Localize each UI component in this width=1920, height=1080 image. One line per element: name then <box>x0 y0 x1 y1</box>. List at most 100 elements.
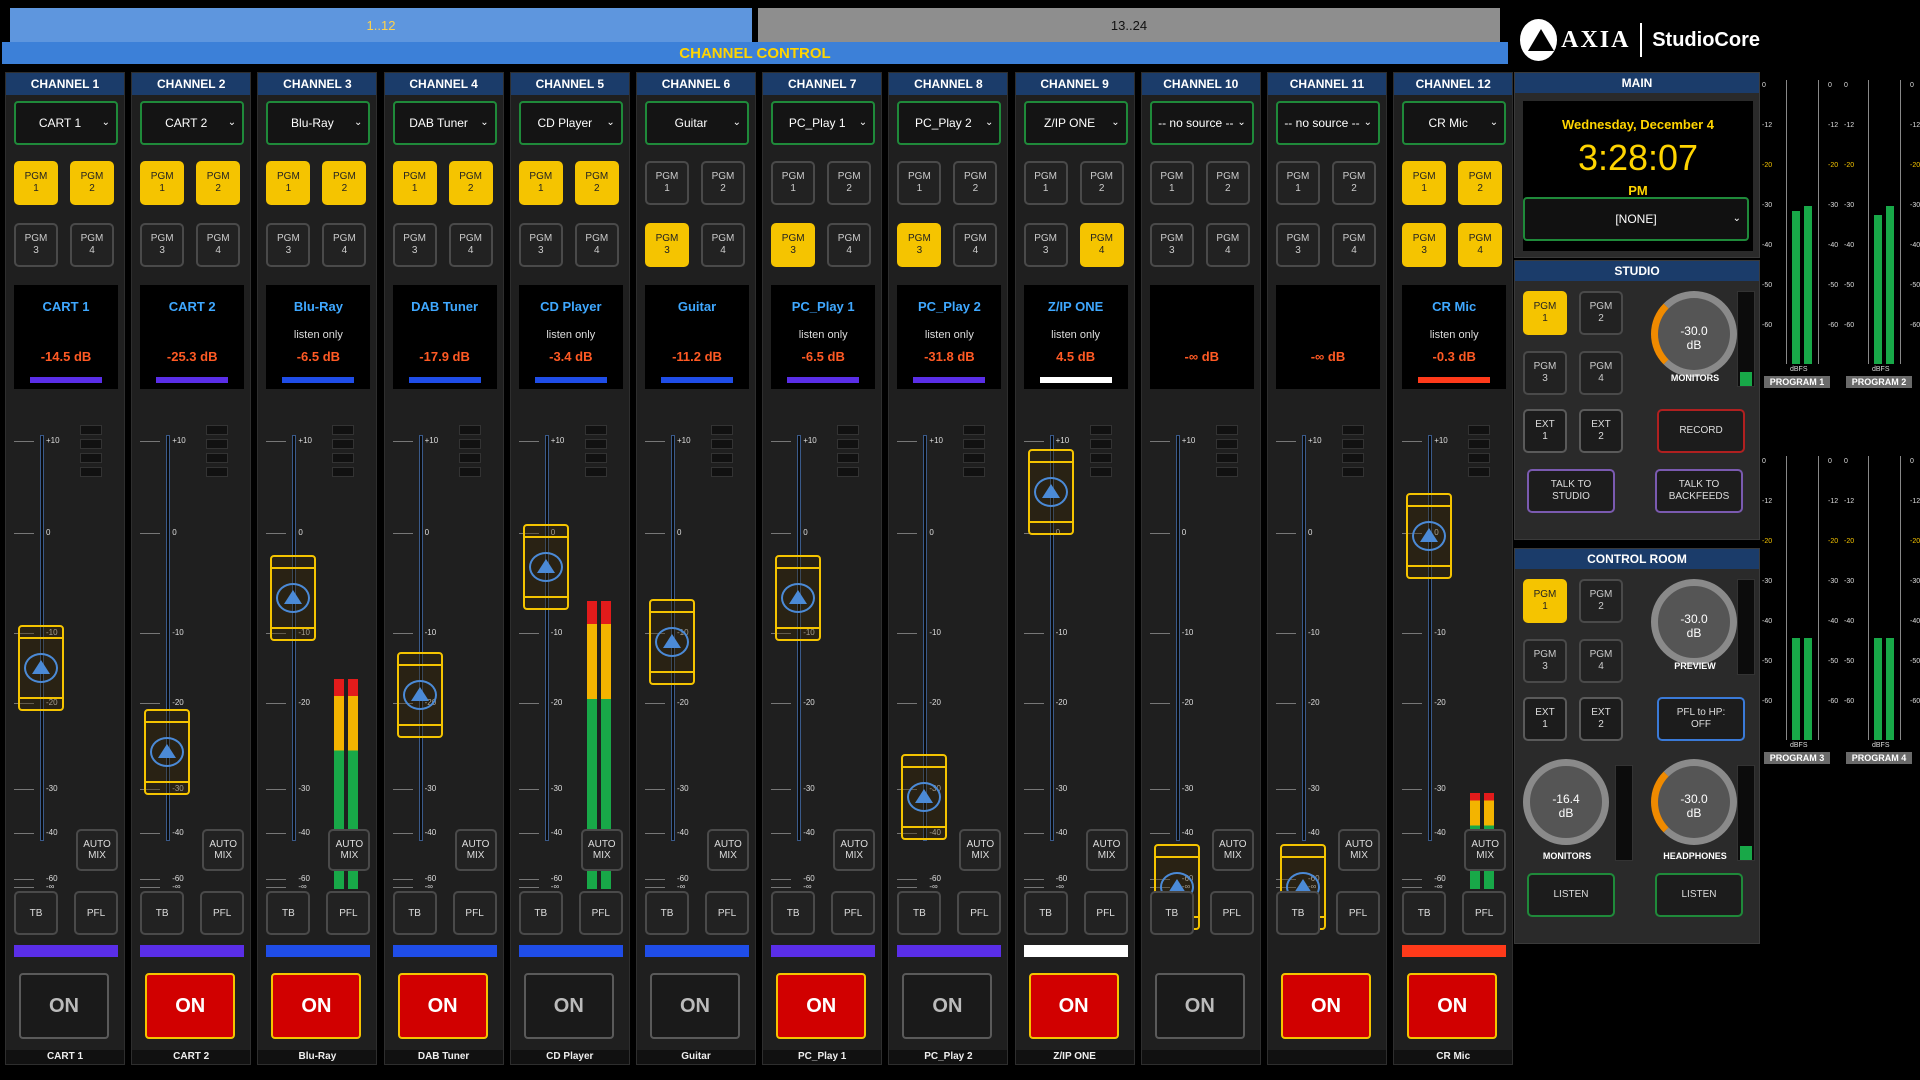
fader-knob[interactable] <box>1027 448 1074 535</box>
pfl-button[interactable]: PFL <box>1336 891 1380 935</box>
auto-mix-button[interactable]: AUTO MIX <box>328 829 371 871</box>
pfl-button[interactable]: PFL <box>705 891 749 935</box>
cr-ext-2-button[interactable]: EXT 2 <box>1579 697 1623 741</box>
channel-on-button[interactable]: ON <box>397 973 488 1039</box>
pgm-1-button[interactable]: PGM 1 <box>266 161 311 205</box>
auto-mix-button[interactable]: AUTO MIX <box>959 829 1002 871</box>
pfl-button[interactable]: PFL <box>957 891 1002 935</box>
pgm-3-button[interactable]: PGM 3 <box>266 223 311 267</box>
studio-pgm-2-button[interactable]: PGM 2 <box>1579 291 1623 335</box>
channel-on-button[interactable]: ON <box>1028 973 1119 1039</box>
auto-mix-button[interactable]: AUTO MIX <box>1211 829 1254 871</box>
channel-source-select[interactable]: CD Player ⌄ <box>518 101 623 145</box>
tb-button[interactable]: TB <box>1149 891 1194 935</box>
pgm-3-button[interactable]: PGM 3 <box>1149 223 1194 267</box>
pgm-4-button[interactable]: PGM 4 <box>1458 223 1503 267</box>
tb-button[interactable]: TB <box>771 891 816 935</box>
tb-button[interactable]: TB <box>266 891 311 935</box>
pfl-button[interactable]: PFL <box>831 891 876 935</box>
channel-on-button[interactable]: ON <box>1154 973 1245 1039</box>
pgm-3-button[interactable]: PGM 3 <box>1023 223 1068 267</box>
tab-1-12[interactable]: 1..12 <box>10 8 752 42</box>
studio-ext-1-button[interactable]: EXT 1 <box>1523 409 1567 453</box>
tb-button[interactable]: TB <box>645 891 689 935</box>
cr-listen-2-button[interactable]: LISTEN <box>1655 873 1743 917</box>
pgm-2-button[interactable]: PGM 2 <box>827 161 872 205</box>
studio-pgm-3-button[interactable]: PGM 3 <box>1523 351 1567 395</box>
channel-source-select[interactable]: DAB Tuner ⌄ <box>392 101 497 145</box>
pgm-3-button[interactable]: PGM 3 <box>14 223 58 267</box>
pgm-2-button[interactable]: PGM 2 <box>701 161 745 205</box>
pgm-1-button[interactable]: PGM 1 <box>1276 161 1320 205</box>
pfl-to-hp-button[interactable]: PFL to HP: OFF <box>1657 697 1745 741</box>
pgm-1-button[interactable]: PGM 1 <box>897 161 942 205</box>
fader-knob[interactable] <box>1406 493 1453 579</box>
main-source-select[interactable]: [NONE] ⌄ <box>1523 197 1749 241</box>
pgm-2-button[interactable]: PGM 2 <box>322 161 367 205</box>
fader-knob[interactable] <box>522 524 569 610</box>
channel-on-button[interactable]: ON <box>650 973 740 1039</box>
headphones-knob[interactable]: -30.0 dB <box>1651 759 1737 845</box>
studio-pgm-4-button[interactable]: PGM 4 <box>1579 351 1623 395</box>
pgm-1-button[interactable]: PGM 1 <box>518 161 563 205</box>
tb-button[interactable]: TB <box>392 891 437 935</box>
pgm-2-button[interactable]: PGM 2 <box>1332 161 1376 205</box>
fader-knob[interactable] <box>901 753 948 840</box>
record-button[interactable]: RECORD <box>1657 409 1745 453</box>
fader-knob[interactable] <box>270 555 317 641</box>
channel-source-select[interactable]: Blu-Ray ⌄ <box>266 101 371 145</box>
pgm-2-button[interactable]: PGM 2 <box>70 161 114 205</box>
pgm-4-button[interactable]: PGM 4 <box>701 223 745 267</box>
tb-button[interactable]: TB <box>1402 891 1447 935</box>
auto-mix-button[interactable]: AUTO MIX <box>1085 829 1128 871</box>
tb-button[interactable]: TB <box>14 891 58 935</box>
channel-on-button[interactable]: ON <box>776 973 867 1039</box>
pgm-3-button[interactable]: PGM 3 <box>1276 223 1320 267</box>
tb-button[interactable]: TB <box>518 891 563 935</box>
channel-source-select[interactable]: Guitar ⌄ <box>645 101 749 145</box>
cr-pgm-3-button[interactable]: PGM 3 <box>1523 639 1567 683</box>
pgm-3-button[interactable]: PGM 3 <box>771 223 816 267</box>
pfl-button[interactable]: PFL <box>1083 891 1128 935</box>
pgm-4-button[interactable]: PGM 4 <box>322 223 367 267</box>
pgm-4-button[interactable]: PGM 4 <box>1332 223 1376 267</box>
pgm-1-button[interactable]: PGM 1 <box>645 161 689 205</box>
channel-on-button[interactable]: ON <box>1281 973 1371 1039</box>
talk-to-backfeeds-button[interactable]: TALK TO BACKFEEDS <box>1655 469 1743 513</box>
fader-knob[interactable] <box>775 555 822 641</box>
pgm-4-button[interactable]: PGM 4 <box>70 223 114 267</box>
tab-13-24[interactable]: 13..24 <box>758 8 1500 42</box>
fader-knob[interactable] <box>649 599 695 686</box>
pfl-button[interactable]: PFL <box>1209 891 1254 935</box>
pgm-1-button[interactable]: PGM 1 <box>1149 161 1194 205</box>
talk-to-studio-button[interactable]: TALK TO STUDIO <box>1527 469 1615 513</box>
auto-mix-button[interactable]: AUTO MIX <box>1338 829 1380 871</box>
pfl-button[interactable]: PFL <box>74 891 118 935</box>
cr-pgm-1-button[interactable]: PGM 1 <box>1523 579 1567 623</box>
auto-mix-button[interactable]: AUTO MIX <box>202 829 245 871</box>
studio-ext-2-button[interactable]: EXT 2 <box>1579 409 1623 453</box>
channel-source-select[interactable]: CART 1 ⌄ <box>14 101 118 145</box>
pgm-1-button[interactable]: PGM 1 <box>1402 161 1447 205</box>
pgm-3-button[interactable]: PGM 3 <box>140 223 185 267</box>
pgm-3-button[interactable]: PGM 3 <box>392 223 437 267</box>
pgm-4-button[interactable]: PGM 4 <box>1205 223 1250 267</box>
pgm-1-button[interactable]: PGM 1 <box>771 161 816 205</box>
channel-source-select[interactable]: CART 2 ⌄ <box>140 101 245 145</box>
channel-source-select[interactable]: CR Mic ⌄ <box>1402 101 1507 145</box>
pgm-3-button[interactable]: PGM 3 <box>1402 223 1447 267</box>
auto-mix-button[interactable]: AUTO MIX <box>76 829 118 871</box>
tb-button[interactable]: TB <box>1023 891 1068 935</box>
tb-button[interactable]: TB <box>897 891 942 935</box>
fader-knob[interactable] <box>144 709 191 796</box>
pgm-1-button[interactable]: PGM 1 <box>140 161 185 205</box>
tb-button[interactable]: TB <box>1276 891 1320 935</box>
channel-source-select[interactable]: Z/IP ONE ⌄ <box>1023 101 1128 145</box>
pgm-2-button[interactable]: PGM 2 <box>574 161 619 205</box>
pgm-1-button[interactable]: PGM 1 <box>1023 161 1068 205</box>
pgm-2-button[interactable]: PGM 2 <box>953 161 998 205</box>
pgm-2-button[interactable]: PGM 2 <box>1079 161 1124 205</box>
pgm-4-button[interactable]: PGM 4 <box>448 223 493 267</box>
tb-button[interactable]: TB <box>140 891 185 935</box>
channel-on-button[interactable]: ON <box>1407 973 1498 1039</box>
